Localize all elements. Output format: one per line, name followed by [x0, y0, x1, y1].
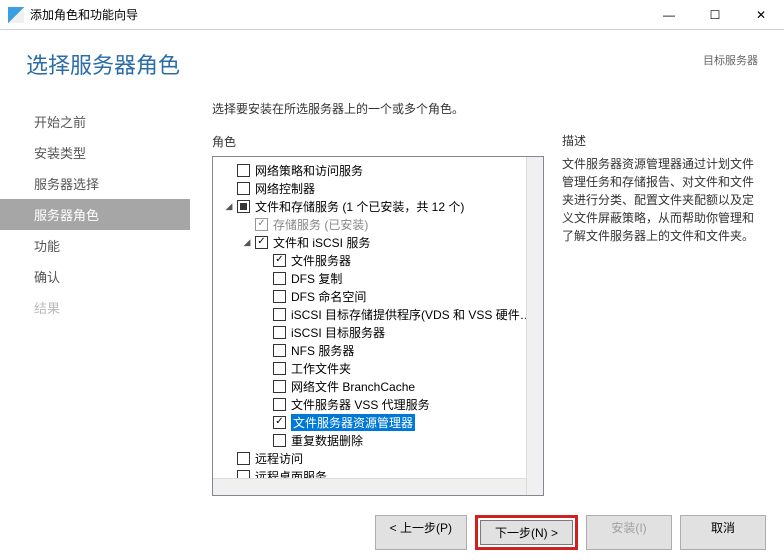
tree-item[interactable]: 重复数据删除 — [215, 431, 541, 449]
page-title: 选择服务器角色 — [26, 48, 703, 80]
tree-item[interactable]: 网络策略和访问服务 — [215, 161, 541, 179]
sidebar-item-server-roles[interactable]: 服务器角色 — [0, 199, 190, 230]
sidebar-item-before-begin[interactable]: 开始之前 — [0, 106, 190, 137]
checkbox-icon[interactable] — [237, 182, 250, 195]
cancel-button[interactable]: 取消 — [680, 515, 766, 550]
tree-item[interactable]: ◢文件和 iSCSI 服务 — [215, 233, 541, 251]
tree-item[interactable]: 存储服务 (已安装) — [215, 215, 541, 233]
checkbox-icon[interactable] — [273, 434, 286, 447]
tree-item[interactable]: NFS 服务器 — [215, 341, 541, 359]
app-icon — [8, 7, 24, 23]
close-button[interactable]: ✕ — [738, 0, 784, 30]
instruction-text: 选择要安装在所选服务器上的一个或多个角色。 — [212, 100, 544, 117]
description-label: 描述 — [562, 132, 762, 149]
checkbox-icon[interactable] — [237, 200, 250, 213]
checkbox-icon[interactable] — [255, 236, 268, 249]
tree-item[interactable]: 远程访问 — [215, 449, 541, 467]
sidebar-item-server-selection[interactable]: 服务器选择 — [0, 168, 190, 199]
checkbox-icon[interactable] — [273, 362, 286, 375]
prev-button[interactable]: < 上一步(P) — [375, 515, 467, 550]
sidebar-item-features[interactable]: 功能 — [0, 230, 190, 261]
description-column: 描述 文件服务器资源管理器通过计划文件管理任务和存储报告、对文件和文件夹进行分类… — [562, 100, 762, 520]
window-title: 添加角色和功能向导 — [30, 6, 646, 23]
checkbox-icon[interactable] — [237, 164, 250, 177]
checkbox-icon[interactable] — [273, 326, 286, 339]
checkbox-icon[interactable] — [273, 416, 286, 429]
checkbox-icon[interactable] — [273, 290, 286, 303]
checkbox-icon[interactable] — [237, 452, 250, 465]
checkbox-icon[interactable] — [273, 344, 286, 357]
destination-label: 目标服务器 — [703, 52, 758, 68]
main-panel: 选择要安装在所选服务器上的一个或多个角色。 角色 网络策略和访问服务 网络控制器… — [190, 90, 784, 520]
tree-item[interactable]: 文件服务器 VSS 代理服务 — [215, 395, 541, 413]
install-button: 安装(I) — [586, 515, 672, 550]
titlebar: 添加角色和功能向导 — ☐ ✕ — [0, 0, 784, 30]
next-button[interactable]: 下一步(N) > — [480, 520, 573, 545]
collapse-icon[interactable]: ◢ — [223, 200, 235, 212]
minimize-button[interactable]: — — [646, 0, 692, 30]
checkbox-icon[interactable] — [273, 308, 286, 321]
scrollbar-horizontal[interactable] — [213, 478, 526, 495]
tree-item[interactable]: DFS 复制 — [215, 269, 541, 287]
sidebar: 开始之前 安装类型 服务器选择 服务器角色 功能 确认 结果 — [0, 90, 190, 520]
checkbox-icon[interactable] — [273, 272, 286, 285]
collapse-icon[interactable]: ◢ — [241, 236, 253, 248]
checkbox-icon[interactable] — [273, 254, 286, 267]
checkbox-icon[interactable] — [273, 398, 286, 411]
tree-item[interactable]: 文件服务器资源管理器 — [215, 413, 541, 431]
tree-item[interactable]: ◢文件和存储服务 (1 个已安装，共 12 个) — [215, 197, 541, 215]
header: 选择服务器角色 目标服务器 — [0, 30, 784, 90]
sidebar-item-results: 结果 — [0, 292, 190, 323]
maximize-button[interactable]: ☐ — [692, 0, 738, 30]
tree-item[interactable]: 网络文件 BranchCache — [215, 377, 541, 395]
tree-item[interactable]: iSCSI 目标服务器 — [215, 323, 541, 341]
roles-label: 角色 — [212, 133, 544, 150]
tree-item[interactable]: 网络控制器 — [215, 179, 541, 197]
description-text: 文件服务器资源管理器通过计划文件管理任务和存储报告、对文件和文件夹进行分类、配置… — [562, 155, 762, 245]
next-button-highlight: 下一步(N) > — [475, 515, 578, 550]
tree-item[interactable]: iSCSI 目标存储提供程序(VDS 和 VSS 硬件… — [215, 305, 541, 323]
roles-tree[interactable]: 网络策略和访问服务 网络控制器 ◢文件和存储服务 (1 个已安装，共 12 个)… — [212, 156, 544, 496]
footer: < 上一步(P) 下一步(N) > 安装(I) 取消 — [375, 515, 766, 550]
checkbox-icon[interactable] — [273, 380, 286, 393]
sidebar-item-install-type[interactable]: 安装类型 — [0, 137, 190, 168]
tree-item[interactable]: DFS 命名空间 — [215, 287, 541, 305]
body: 开始之前 安装类型 服务器选择 服务器角色 功能 确认 结果 选择要安装在所选服… — [0, 90, 784, 520]
roles-column: 选择要安装在所选服务器上的一个或多个角色。 角色 网络策略和访问服务 网络控制器… — [212, 100, 544, 520]
tree-item[interactable]: 文件服务器 — [215, 251, 541, 269]
tree-item[interactable]: 工作文件夹 — [215, 359, 541, 377]
checkbox-icon[interactable] — [255, 218, 268, 231]
sidebar-item-confirm[interactable]: 确认 — [0, 261, 190, 292]
scrollbar-vertical[interactable] — [526, 157, 543, 495]
